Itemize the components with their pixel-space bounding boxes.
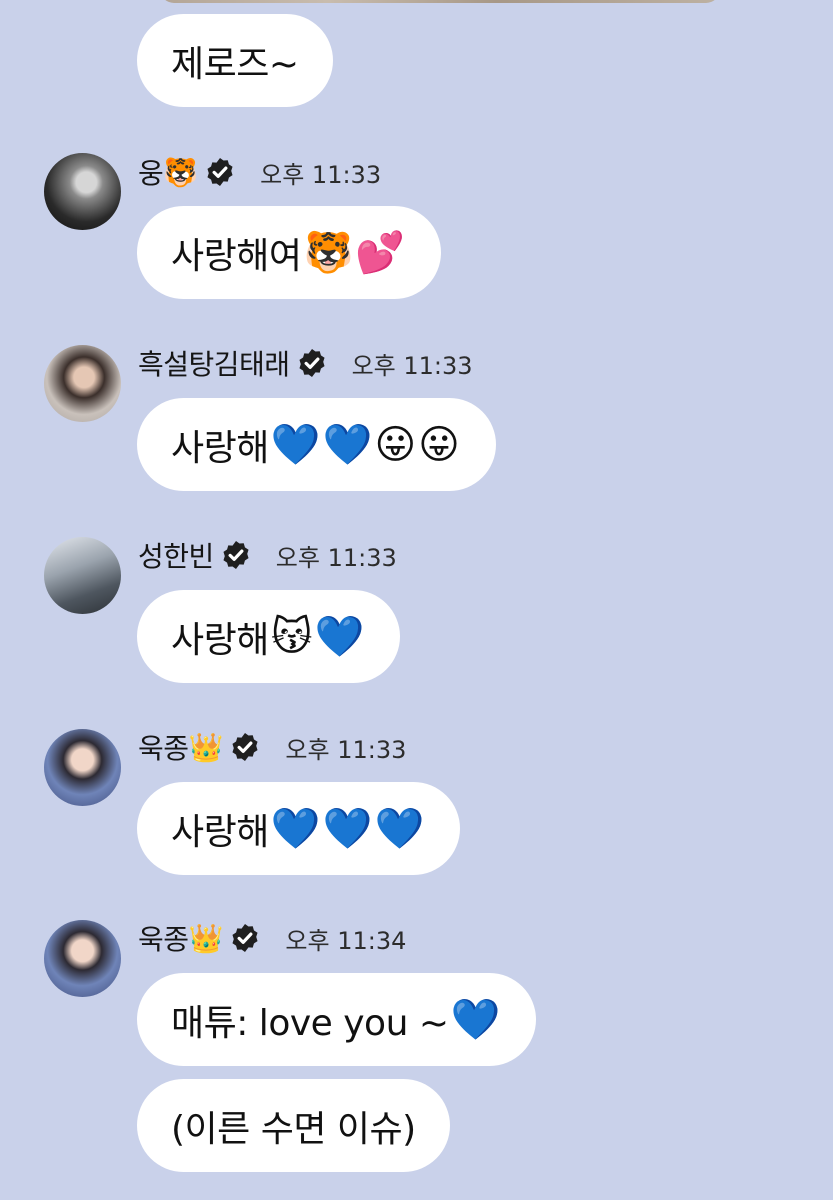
message-emojis: 😽💙 (270, 614, 367, 660)
avatar[interactable] (44, 920, 121, 997)
sender-name[interactable]: 흑설탕김태래 (138, 343, 290, 383)
message-time: 오후 11:33 (275, 543, 397, 572)
message-bubble[interactable]: 사랑해 💙💙😛😛 (137, 398, 496, 491)
message-text: 제로즈~ (171, 43, 299, 85)
sender-name[interactable]: 성한빈 (138, 535, 214, 575)
message-bubble[interactable]: 사랑해여 🐯💕 (137, 206, 442, 299)
verified-badge-icon (223, 541, 249, 569)
verified-badge-icon (207, 158, 233, 186)
message-bubble[interactable]: (이른 수면 이슈) (137, 1079, 450, 1172)
message-text: (이른 수면 이슈) (171, 1108, 416, 1150)
message-bubble[interactable]: 사랑해 😽💙 (137, 590, 401, 683)
verified-badge-icon (232, 733, 258, 761)
message-text: 사랑해 (171, 811, 269, 853)
message-text: 사랑해 (171, 427, 269, 469)
message-emojis: 💙💙💙 (270, 806, 427, 852)
message-bubble[interactable]: 제로즈~ (137, 14, 333, 107)
verified-badge-icon (232, 924, 258, 952)
sender-emoji: 🐯 (163, 155, 199, 189)
message-time: 오후 11:34 (285, 926, 407, 955)
message-bubble[interactable]: 매튜: love you ~ 💙 (137, 973, 537, 1066)
avatar[interactable] (44, 345, 121, 422)
message-emojis: 🐯💕 (303, 230, 408, 276)
avatar[interactable] (44, 153, 121, 230)
message-bubble[interactable]: 사랑해 💙💙💙 (137, 782, 461, 875)
sender-emoji: 👑 (188, 730, 224, 764)
shared-image-bottom-edge[interactable] (160, 0, 720, 3)
message-time: 오후 11:33 (285, 735, 407, 764)
message-text: 사랑해 (171, 619, 269, 661)
message-header: 성한빈 오후 11:33 (138, 535, 397, 575)
message-header: 흑설탕김태래 오후 11:33 (138, 343, 473, 383)
avatar[interactable] (44, 537, 121, 614)
sender-name[interactable]: 웅 (138, 152, 164, 192)
message-text: 매튜: love you ~ (171, 1002, 449, 1044)
avatar[interactable] (44, 729, 121, 806)
message-header: 욱종 👑 오후 11:34 (138, 918, 406, 958)
message-emojis: 💙💙😛😛 (270, 422, 462, 468)
message-time: 오후 11:33 (351, 351, 473, 380)
sender-emoji: 👑 (188, 921, 224, 955)
message-header: 욱종 👑 오후 11:33 (138, 727, 406, 767)
sender-name[interactable]: 욱종 (138, 918, 189, 958)
sender-name[interactable]: 욱종 (138, 727, 189, 767)
verified-badge-icon (299, 349, 325, 377)
message-text: 사랑해여 (171, 235, 302, 277)
message-header: 웅 🐯 오후 11:33 (138, 152, 381, 192)
message-time: 오후 11:33 (260, 160, 382, 189)
message-emojis: 💙 (450, 997, 503, 1043)
